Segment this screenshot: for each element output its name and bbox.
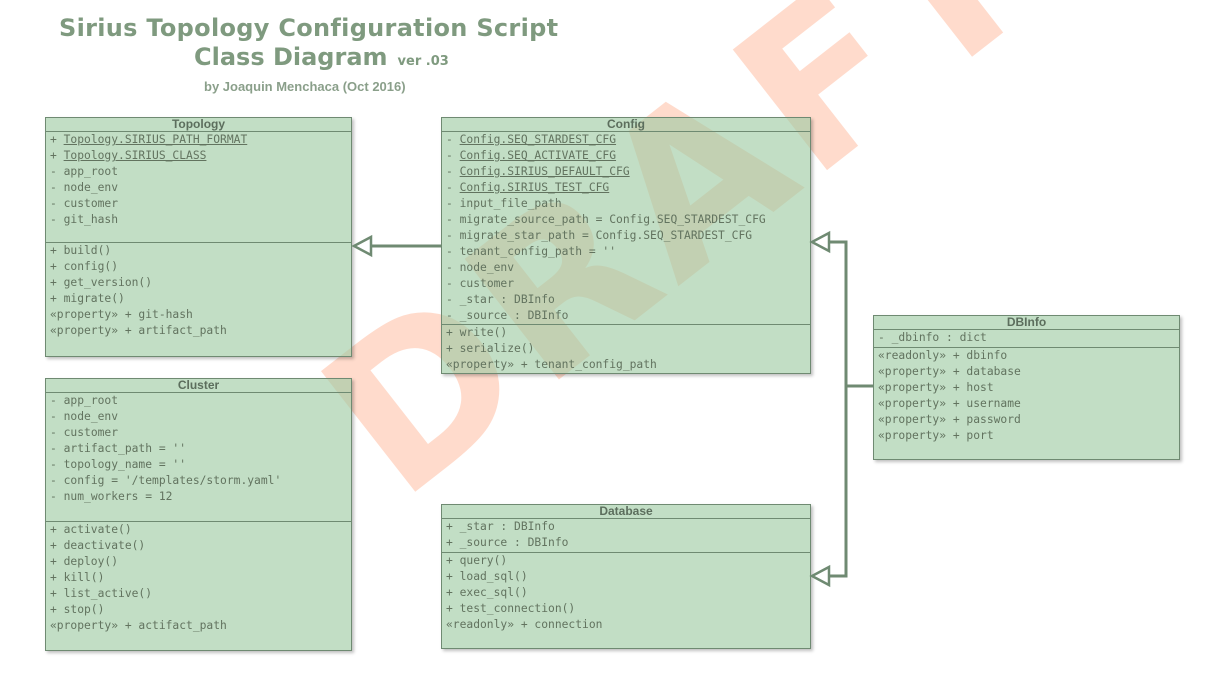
inheritance-arrowhead-config xyxy=(809,230,831,254)
inheritance-arrowhead-topology xyxy=(351,234,373,258)
connectors-layer xyxy=(351,230,873,588)
dbinfo-to-config-line xyxy=(829,240,873,388)
dbinfo-to-database-line xyxy=(829,386,848,578)
inheritance-arrowhead-database xyxy=(809,564,831,588)
